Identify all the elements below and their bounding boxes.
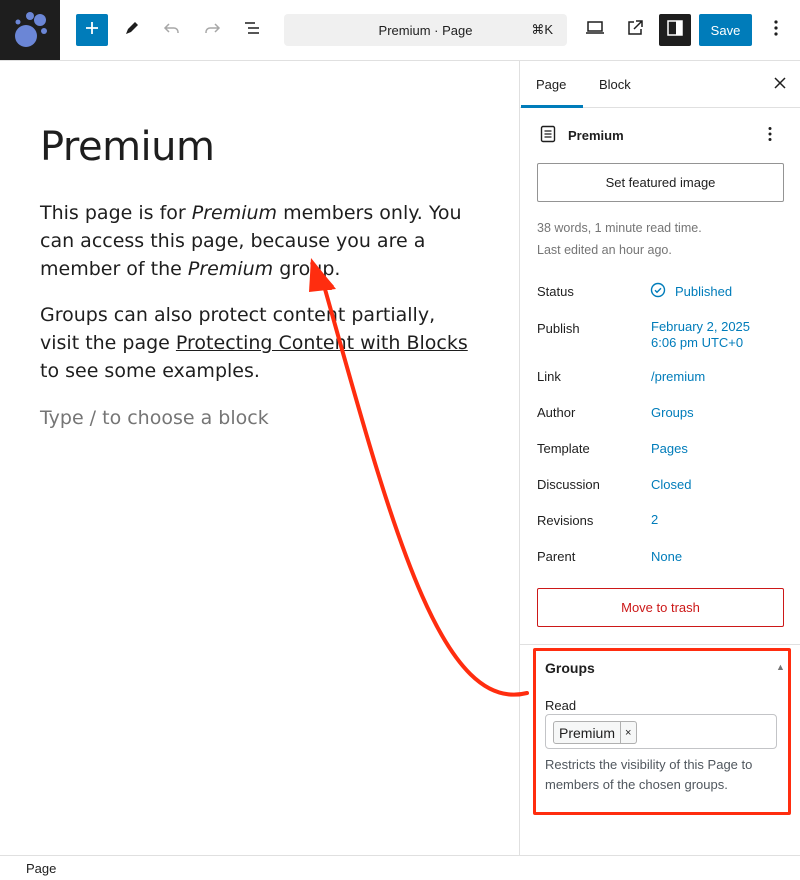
group-chip-label: Premium	[559, 724, 616, 741]
paragraph-text: to see some examples.	[40, 360, 260, 382]
template-value[interactable]: Pages	[651, 441, 688, 456]
undo-button[interactable]	[156, 14, 188, 46]
redo-icon	[202, 18, 222, 43]
groups-help-text: Restricts the visibility of this Page to…	[545, 757, 753, 792]
publish-label: Publish	[537, 321, 580, 336]
document-title: Premium	[568, 128, 624, 143]
settings-sidebar: Page Block Premium Set featured image 38…	[519, 61, 800, 855]
paragraph-emphasis: Premium	[187, 258, 274, 280]
paragraph-text: group.	[273, 258, 341, 280]
read-label: Read	[545, 698, 577, 713]
move-to-trash-button[interactable]: Move to trash	[537, 588, 784, 627]
revisions-value[interactable]: 2	[651, 512, 658, 527]
settings-toggle-button[interactable]	[659, 14, 691, 46]
options-button[interactable]	[760, 14, 792, 46]
link-value[interactable]: /premium	[651, 369, 705, 384]
revisions-label: Revisions	[537, 513, 594, 528]
word-count-text: 38 words, 1 minute read time.	[537, 221, 702, 235]
protecting-content-link[interactable]: Protecting Content with Blocks	[176, 332, 468, 354]
sidebar-icon	[665, 18, 685, 43]
page-title[interactable]: Premium	[40, 124, 215, 170]
paragraph-emphasis: Premium	[191, 202, 278, 224]
block-breadcrumb: Page	[0, 855, 800, 880]
remove-chip-button[interactable]: ×	[620, 722, 631, 743]
redo-button[interactable]	[196, 14, 228, 46]
paragraph-text: This page is for	[40, 202, 192, 224]
more-vertical-icon	[773, 19, 779, 42]
command-title: Premium · Page	[378, 22, 473, 38]
site-logo[interactable]	[0, 0, 60, 60]
groups-panel-title[interactable]: Groups	[545, 660, 595, 676]
command-shortcut: ⌘K	[531, 22, 553, 37]
collapse-caret-icon[interactable]: ▲	[776, 662, 785, 672]
parent-value[interactable]: None	[651, 549, 682, 564]
close-icon[interactable]	[773, 74, 787, 95]
active-tab-indicator	[521, 105, 583, 108]
paragraph-block-1[interactable]: This page is for Premium members only. Y…	[40, 199, 480, 283]
group-chip: Premium ×	[553, 721, 638, 744]
undo-icon	[162, 18, 182, 43]
template-label: Template	[537, 441, 590, 456]
discussion-label: Discussion	[537, 477, 600, 492]
view-page-button[interactable]	[619, 14, 651, 46]
panel-divider	[520, 644, 800, 645]
parent-label: Parent	[537, 549, 576, 564]
author-label: Author	[537, 405, 576, 420]
more-vertical-icon[interactable]	[767, 126, 773, 147]
tools-button[interactable]	[116, 14, 148, 46]
link-label: Link	[537, 369, 561, 384]
save-button[interactable]: Save	[699, 14, 752, 46]
breadcrumb-item-page[interactable]: Page	[26, 861, 56, 876]
author-value[interactable]: Groups	[651, 405, 694, 420]
paragraph-block-2[interactable]: Groups can also protect content partiall…	[40, 301, 480, 385]
laptop-icon	[584, 18, 606, 43]
last-edited-text: Last edited an hour ago.	[537, 243, 672, 257]
editor-canvas	[0, 61, 519, 855]
groups-read-select[interactable]: Premium ×	[545, 714, 777, 749]
editor-top-bar: Premium · Page ⌘K Save	[0, 0, 800, 61]
status-value[interactable]: Published	[675, 284, 732, 299]
preview-button[interactable]	[579, 14, 611, 46]
add-block-button[interactable]	[76, 14, 108, 46]
tab-page[interactable]: Page	[536, 77, 566, 92]
published-check-icon	[650, 282, 666, 303]
set-featured-image-button[interactable]: Set featured image	[537, 163, 784, 202]
block-placeholder[interactable]: Type / to choose a block	[40, 404, 480, 432]
command-palette-button[interactable]: Premium · Page ⌘K	[284, 14, 567, 46]
publish-time-value[interactable]: 6:06 pm UTC+0	[651, 335, 743, 350]
status-label: Status	[537, 284, 574, 299]
plus-icon	[84, 20, 100, 41]
publish-date-value[interactable]: February 2, 2025	[651, 319, 750, 334]
document-overview-button[interactable]	[236, 14, 268, 46]
pencil-icon	[122, 18, 142, 43]
tab-block[interactable]: Block	[599, 77, 631, 92]
list-view-icon	[242, 18, 262, 43]
discussion-value[interactable]: Closed	[651, 477, 691, 492]
page-document-icon	[540, 125, 556, 148]
sidebar-tabs: Page Block	[520, 61, 800, 108]
external-link-icon	[625, 18, 645, 43]
